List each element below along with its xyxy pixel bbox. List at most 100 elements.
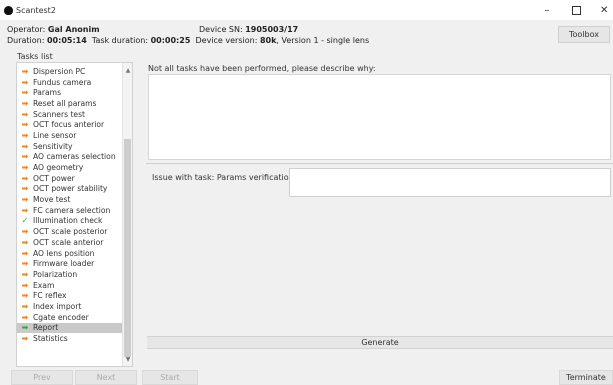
task-label: Firmware loader <box>33 259 95 269</box>
task-list-item[interactable]: ➡ Cgate encoder <box>17 312 122 323</box>
device-version-suffix: , Version 1 - single lens <box>276 36 370 45</box>
task-label: Sensitivity <box>33 141 73 151</box>
task-label: Dispersion PC <box>33 66 86 76</box>
scroll-down-arrow-icon[interactable]: ▼ <box>123 354 132 364</box>
task-label: Report <box>33 323 59 333</box>
arrow-right-icon: ➡ <box>21 291 29 301</box>
arrow-right-icon: ➡ <box>21 334 29 344</box>
task-list-item[interactable]: ➡ Report <box>17 322 122 334</box>
task-list-item[interactable]: ➡ Statistics <box>17 333 122 344</box>
device-sn-value: 1905003/17 <box>245 25 299 34</box>
arrow-right-icon: ➡ <box>21 205 29 215</box>
arrow-right-icon: ➡ <box>21 120 29 130</box>
minimize-button[interactable]: – <box>534 0 560 20</box>
scroll-up-arrow-icon[interactable]: ▲ <box>123 65 132 75</box>
task-list-item[interactable]: ➡ AO cameras selection <box>17 152 122 163</box>
arrow-right-icon: ➡ <box>21 77 29 87</box>
operator-info: Operator: Gal Anonim <box>7 25 100 34</box>
operator-value: Gal Anonim <box>47 25 100 34</box>
arrow-right-icon: ➡ <box>21 130 29 140</box>
terminate-button[interactable]: Terminate <box>559 370 613 385</box>
check-icon: ✓ <box>21 216 29 226</box>
app-logo-icon <box>4 5 13 15</box>
task-list-item[interactable]: ➡ Scanners test <box>17 109 122 120</box>
play-icon: ➡ <box>21 323 29 333</box>
task-list-item[interactable]: ➡ Reset all params <box>17 98 122 109</box>
task-list-item[interactable]: ➡ FC reflex <box>17 290 122 301</box>
app-window: Scantest2 – ✕ Operator: Gal Anonim Devic… <box>0 0 613 385</box>
task-list-item[interactable]: ✓ Illumination check <box>17 216 122 227</box>
start-button[interactable]: Start <box>142 370 198 385</box>
arrow-right-icon: ➡ <box>21 88 29 98</box>
prev-button[interactable]: Prev <box>11 370 73 385</box>
arrow-right-icon: ➡ <box>21 301 29 311</box>
task-list-item[interactable]: ➡ Line sensor <box>17 130 122 141</box>
arrow-right-icon: ➡ <box>21 141 29 151</box>
task-list-item[interactable]: ➡ Move test <box>17 194 122 205</box>
tasks-list-items: ➡ Dispersion PC ➡ Fundus camera ➡ Params ➡ Rese… <box>17 66 122 344</box>
maximize-button[interactable] <box>563 0 589 20</box>
divider <box>146 163 613 164</box>
arrow-right-icon: ➡ <box>21 280 29 290</box>
task-label: Scanners test <box>33 109 86 119</box>
arrow-right-icon: ➡ <box>21 173 29 183</box>
task-list-item[interactable]: ➡ FC camera selection <box>17 205 122 216</box>
task-list-item[interactable]: ➡ AO geometry <box>17 162 122 173</box>
task-label: Move test <box>33 195 71 205</box>
task-list-item[interactable]: ➡ AO lens position <box>17 248 122 259</box>
next-button[interactable]: Next <box>75 370 137 385</box>
task-list-item[interactable]: ➡ OCT scale anterior <box>17 237 122 248</box>
window-title: Scantest2 <box>16 5 56 15</box>
close-button[interactable]: ✕ <box>596 0 613 20</box>
arrow-right-icon: ➡ <box>21 98 29 108</box>
task-list-item[interactable]: ➡ Params <box>17 87 122 98</box>
task-list-item[interactable]: ➡ Dispersion PC <box>17 66 122 77</box>
task-duration-value: 00:00:25 <box>150 36 191 45</box>
task-list-item[interactable]: ➡ OCT power <box>17 173 122 184</box>
task-list-item[interactable]: ➡ OCT scale posterior <box>17 226 122 237</box>
tasks-list-scrollbar[interactable]: ▲ ▼ <box>122 63 132 366</box>
task-list-item[interactable]: ➡ Fundus camera <box>17 77 122 88</box>
task-label: AO lens position <box>33 248 95 258</box>
issue-label: Issue with task: Params verification <box>152 173 294 182</box>
task-label: Polarization <box>33 269 78 279</box>
generate-button[interactable]: Generate <box>147 336 613 349</box>
scrollbar-thumb[interactable] <box>124 139 131 357</box>
arrow-right-icon: ➡ <box>21 227 29 237</box>
task-label: AO geometry <box>33 163 84 173</box>
task-list-item[interactable]: ➡ Exam <box>17 280 122 291</box>
task-label: Exam <box>33 280 55 290</box>
title-bar: Scantest2 – ✕ <box>0 0 613 20</box>
arrow-right-icon: ➡ <box>21 66 29 76</box>
task-list-item[interactable]: ➡ OCT focus anterior <box>17 119 122 130</box>
task-duration-label: Task duration: <box>91 36 151 45</box>
task-label: OCT focus anterior <box>33 120 105 130</box>
reason-textarea[interactable] <box>148 74 611 160</box>
tasks-list[interactable]: ➡ Dispersion PC ➡ Fundus camera ➡ Params ➡ Rese… <box>16 62 133 367</box>
arrow-right-icon: ➡ <box>21 152 29 162</box>
reason-prompt: Not all tasks have been performed, pleas… <box>148 64 376 73</box>
arrow-right-icon: ➡ <box>21 237 29 247</box>
duration-value: 00:05:14 <box>46 36 87 45</box>
task-label: FC camera selection <box>33 205 111 215</box>
task-list-item[interactable]: ➡ Polarization <box>17 269 122 280</box>
task-list-item[interactable]: ➡ OCT power stability <box>17 184 122 195</box>
issue-input[interactable] <box>289 168 611 197</box>
task-label: Index import <box>33 301 82 311</box>
maximize-icon <box>571 5 581 15</box>
task-label: FC reflex <box>33 291 67 301</box>
tasks-list-label: Tasks list <box>17 52 53 61</box>
task-label: OCT power stability <box>33 184 108 194</box>
task-label: Fundus camera <box>33 77 92 87</box>
task-label: Reset all params <box>33 98 97 108</box>
arrow-right-icon: ➡ <box>21 195 29 205</box>
task-list-item[interactable]: ➡ Sensitivity <box>17 141 122 152</box>
arrow-right-icon: ➡ <box>21 259 29 269</box>
task-list-item[interactable]: ➡ Index import <box>17 301 122 312</box>
device-version-value: 80k <box>259 36 277 45</box>
arrow-right-icon: ➡ <box>21 109 29 119</box>
task-label: Cgate encoder <box>33 312 89 322</box>
task-list-item[interactable]: ➡ Firmware loader <box>17 258 122 269</box>
task-label: OCT scale posterior <box>33 227 108 237</box>
toolbox-button[interactable]: Toolbox <box>558 26 610 43</box>
